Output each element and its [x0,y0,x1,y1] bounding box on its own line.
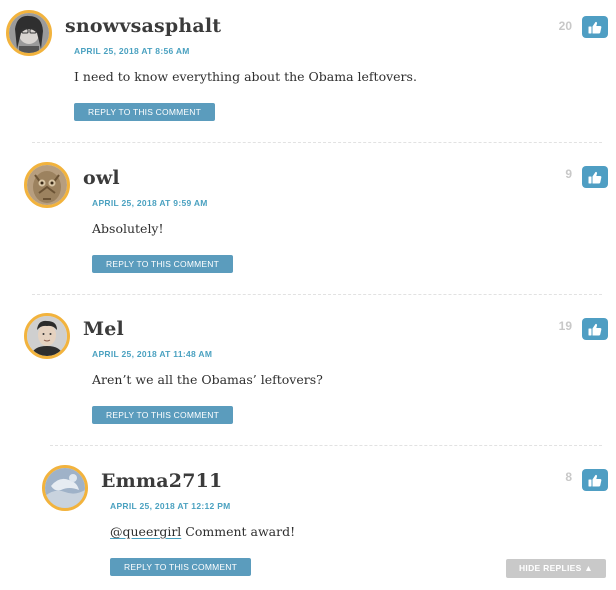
vote-count: 20 [558,19,572,33]
vote-count: 19 [558,319,572,333]
avatar[interactable] [24,313,70,359]
vote-count: 8 [565,470,572,484]
comment-text: @queergirl Comment award! [110,524,295,539]
reply-button[interactable]: REPLY TO THIS COMMENT [92,255,233,273]
like-button[interactable] [582,16,608,38]
comment-divider [32,142,602,143]
hide-replies-button[interactable]: HIDE REPLIES ▲ [506,559,606,578]
comment-timestamp[interactable]: APRIL 25, 2018 AT 11:48 AM [92,349,212,359]
avatar[interactable] [42,465,88,511]
comment-text-rest: Comment award! [181,524,296,539]
avatar-image [27,316,67,356]
reply-button[interactable]: REPLY TO THIS COMMENT [110,558,251,576]
avatar[interactable] [24,162,70,208]
comment-timestamp[interactable]: APRIL 25, 2018 AT 8:56 AM [74,46,190,56]
comment-timestamp[interactable]: APRIL 25, 2018 AT 9:59 AM [92,198,208,208]
comment-author[interactable]: snowvsasphalt [65,15,221,37]
comment-text: I need to know everything about the Obam… [74,69,417,84]
comment-author[interactable]: Emma2711 [101,470,222,492]
like-button[interactable] [582,469,608,491]
thumbs-up-icon [588,21,602,33]
reply-button[interactable]: REPLY TO THIS COMMENT [74,103,215,121]
user-mention-link[interactable]: @queergirl [110,524,181,539]
thumbs-up-icon [588,171,602,183]
comment-author[interactable]: owl [83,167,120,189]
reply-button[interactable]: REPLY TO THIS COMMENT [92,406,233,424]
vote-count: 9 [565,167,572,181]
comment-divider [32,294,602,295]
comment-divider [50,445,602,446]
avatar-image [45,468,85,508]
comment-text: Aren’t we all the Obamas’ leftovers? [92,372,323,387]
avatar-image [27,165,67,205]
comment-author[interactable]: Mel [83,318,124,340]
comment-timestamp[interactable]: APRIL 25, 2018 AT 12:12 PM [110,501,231,511]
thumbs-up-icon [588,474,602,486]
avatar[interactable] [6,10,52,56]
like-button[interactable] [582,318,608,340]
comment-text: Absolutely! [92,221,164,236]
like-button[interactable] [582,166,608,188]
avatar-image [9,13,49,53]
thumbs-up-icon [588,323,602,335]
